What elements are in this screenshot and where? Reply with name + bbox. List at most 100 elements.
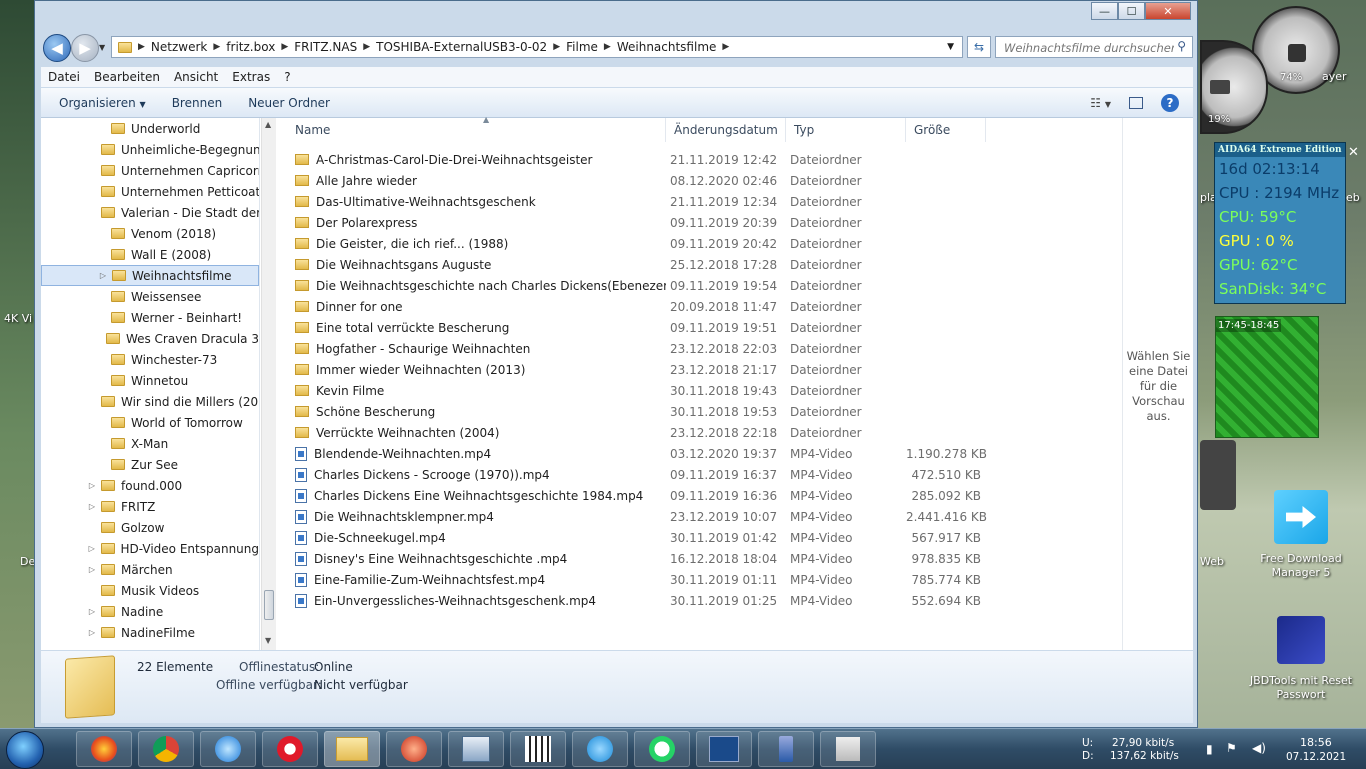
tree-item[interactable]: Valerian - Die Stadt der T	[41, 202, 259, 223]
taskbar-app-usb[interactable]	[758, 731, 814, 767]
file-row[interactable]: Die Weihnachtsgans Auguste 25.12.2018 17:…	[279, 254, 981, 275]
new-folder-button[interactable]: Neuer Ordner	[235, 96, 343, 110]
taskbar-chrome[interactable]	[138, 731, 194, 767]
weather-map-widget[interactable]: 17:45-18:45	[1215, 316, 1319, 438]
desktop-icon-jbdtools[interactable]: JBDTools mit Reset Passwort	[1246, 616, 1356, 702]
address-bar[interactable]: ▶ Netzwerk ▶ fritz.box ▶ FRITZ.NAS ▶ TOSHIBA-E…	[111, 36, 963, 58]
file-row[interactable]: Eine total verrückte Bescherung 09.11.201…	[279, 317, 981, 338]
scroll-up-icon[interactable]: ▲	[265, 120, 271, 129]
menu-ansicht[interactable]: Ansicht	[167, 70, 225, 84]
tree-item[interactable]: Venom (2018)	[41, 223, 259, 244]
breadcrumb-separator-icon[interactable]: ▶	[604, 42, 611, 52]
taskbar-app-monitor[interactable]	[696, 731, 752, 767]
menu-extras[interactable]: Extras	[225, 70, 277, 84]
search-box[interactable]: ⚲	[995, 36, 1193, 58]
taskbar-firefox[interactable]	[76, 731, 132, 767]
burn-button[interactable]: Brennen	[159, 96, 235, 110]
taskbar-whatsapp[interactable]	[634, 731, 690, 767]
view-options-icon[interactable]: ☷ ▼	[1090, 96, 1111, 110]
file-row[interactable]: Schöne Bescherung 30.11.2018 19:53 Dateior…	[279, 401, 981, 422]
tree-item[interactable]: Musik Videos	[41, 580, 259, 601]
breadcrumb-item[interactable]: TOSHIBA-ExternalUSB3-0-02	[370, 40, 553, 54]
column-header-name[interactable]: Name	[279, 118, 666, 142]
taskbar-app-control-panel[interactable]	[448, 731, 504, 767]
search-icon[interactable]: ⚲	[1177, 39, 1186, 53]
taskbar-app-player[interactable]	[820, 731, 876, 767]
scroll-down-icon[interactable]: ▼	[265, 636, 271, 645]
tree-item[interactable]: Unternehmen Petticoat	[41, 181, 259, 202]
tree-item[interactable]: World of Tomorrow	[41, 412, 259, 433]
expand-arrow-icon[interactable]: ▷	[98, 271, 108, 280]
tree-item[interactable]: Wall E (2008)	[41, 244, 259, 265]
address-dropdown-icon[interactable]: ▼	[947, 42, 954, 52]
volume-icon[interactable]: ◀)	[1252, 741, 1266, 755]
menu-datei[interactable]: Datei	[41, 70, 87, 84]
column-header-size[interactable]: Größe	[906, 118, 986, 142]
organize-button[interactable]: Organisieren ▼	[41, 96, 159, 110]
expand-arrow-icon[interactable]: ▷	[87, 544, 97, 553]
tree-item[interactable]: Unheimliche-Begegnun	[41, 139, 259, 160]
expand-arrow-icon[interactable]: ▷	[87, 481, 97, 490]
tree-item[interactable]: Unternehmen Capricorn	[41, 160, 259, 181]
tree-item[interactable]: ▷ found.000	[41, 475, 259, 496]
clock-date[interactable]: 07.12.2021	[1286, 751, 1346, 763]
breadcrumb-separator-icon[interactable]: ▶	[213, 42, 220, 52]
column-header-type[interactable]: Typ	[786, 118, 906, 142]
clock-time[interactable]: 18:56	[1300, 736, 1332, 749]
file-row[interactable]: Die Weihnachtsklempner.mp4 23.12.2019 10:…	[279, 506, 987, 527]
breadcrumb-item[interactable]: fritz.box	[220, 40, 281, 54]
desktop-icon-free-download-manager[interactable]: Free Download Manager 5	[1258, 490, 1344, 580]
tray-device-icon[interactable]: ▮	[1206, 742, 1213, 756]
breadcrumb-item[interactable]: Netzwerk	[145, 40, 213, 54]
file-row[interactable]: Verrückte Weihnachten (2004) 23.12.2018 2…	[279, 422, 981, 443]
tree-item[interactable]: Werner - Beinhart!	[41, 307, 259, 328]
aida64-widget[interactable]: AIDA64 Extreme Edition 16d 02:13:14 CPU :…	[1214, 142, 1346, 304]
breadcrumb-separator-icon[interactable]: ▶	[722, 42, 729, 52]
file-row[interactable]: Die Weihnachtsgeschichte nach Charles Di…	[279, 275, 981, 296]
widget-close-icon[interactable]: ✕	[1348, 145, 1362, 160]
search-input[interactable]	[1002, 38, 1176, 58]
breadcrumb-item[interactable]: Weihnachtsfilme	[611, 40, 723, 54]
file-row[interactable]: Charles Dickens Eine Weihnachtsgeschicht…	[279, 485, 981, 506]
tree-item[interactable]: Golzow	[41, 517, 259, 538]
forward-button[interactable]: ▶	[71, 34, 99, 62]
back-button[interactable]: ◀	[43, 34, 71, 62]
help-icon[interactable]: ?	[1161, 93, 1179, 112]
file-row[interactable]: A-Christmas-Carol-Die-Drei-Weihnachtsgei…	[279, 149, 981, 170]
file-row[interactable]: Hogfather - Schaurige Weihnachten 23.12.2…	[279, 338, 981, 359]
taskbar-internet-explorer[interactable]	[200, 731, 256, 767]
tree-item[interactable]: ▷ NadineFilme	[41, 622, 259, 643]
file-row[interactable]: Charles Dickens - Scrooge (1970)).mp4 09.…	[279, 464, 981, 485]
breadcrumb-item[interactable]: Filme	[560, 40, 604, 54]
expand-arrow-icon[interactable]: ▷	[87, 565, 97, 574]
expand-arrow-icon[interactable]: ▷	[87, 607, 97, 616]
tree-item[interactable]: Winnetou	[41, 370, 259, 391]
file-row[interactable]: Eine-Familie-Zum-Weihnachtsfest.mp4 30.11…	[279, 569, 981, 590]
breadcrumb-separator-icon[interactable]: ▶	[553, 42, 560, 52]
tree-item[interactable]: X-Man	[41, 433, 259, 454]
expand-arrow-icon[interactable]: ▷	[87, 628, 97, 637]
breadcrumb-separator-icon[interactable]: ▶	[281, 42, 288, 52]
file-row[interactable]: Kevin Filme 30.11.2018 19:43 Dateiordner	[279, 380, 981, 401]
file-row[interactable]: Das-Ultimative-Weihnachtsgeschenk 21.11.2…	[279, 191, 981, 212]
tree-item[interactable]: Underworld	[41, 118, 259, 139]
tree-item[interactable]: Wes Craven Dracula 3	[41, 328, 259, 349]
breadcrumb-separator-icon[interactable]: ▶	[363, 42, 370, 52]
column-header-date[interactable]: Änderungsdatum	[666, 118, 786, 142]
scrollbar-thumb[interactable]	[264, 590, 274, 620]
tree-item[interactable]: ▷ Nadine	[41, 601, 259, 622]
tree-item[interactable]: ▷ Märchen	[41, 559, 259, 580]
tree-item[interactable]: Weissensee	[41, 286, 259, 307]
tree-item[interactable]: Wir sind die Millers (2013	[41, 391, 259, 412]
file-row[interactable]: Der Polarexpress 09.11.2019 20:39 Dateiord…	[279, 212, 981, 233]
taskbar-app-calculator[interactable]	[510, 731, 566, 767]
file-row[interactable]: Disney's Eine Weihnachtsgeschichte .mp4 1…	[279, 548, 981, 569]
file-row[interactable]: Blendende-Weihnachten.mp4 03.12.2020 19:3…	[279, 443, 987, 464]
taskbar-app-smiley[interactable]	[572, 731, 628, 767]
file-row[interactable]: Die-Schneekugel.mp4 30.11.2019 01:42 MP4-V…	[279, 527, 981, 548]
menu-bearbeiten[interactable]: Bearbeiten	[87, 70, 167, 84]
tree-item[interactable]: ▷ HD-Video Entspannung	[41, 538, 259, 559]
refresh-button[interactable]: ⇆	[967, 36, 991, 58]
tree-item[interactable]: Zur See	[41, 454, 259, 475]
close-button[interactable]: ✕	[1145, 2, 1191, 20]
